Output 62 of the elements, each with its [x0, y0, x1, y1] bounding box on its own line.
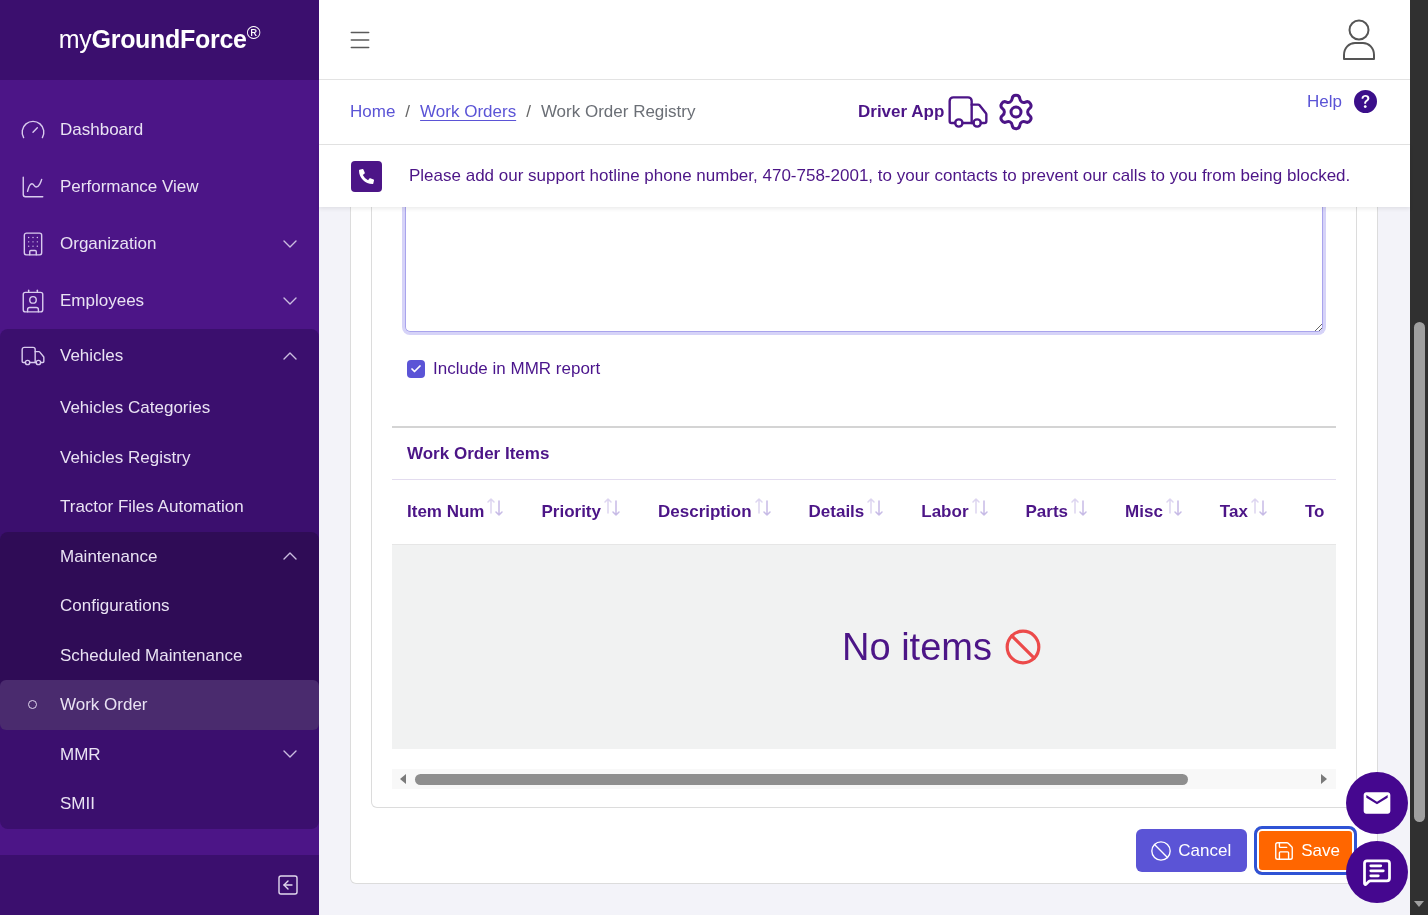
sort-icon — [867, 498, 884, 516]
column-header[interactable]: Details — [793, 499, 907, 525]
sort-icon — [1165, 498, 1182, 516]
prohibited-icon — [1150, 839, 1173, 862]
column-header[interactable]: Priority — [526, 499, 643, 525]
phone-icon — [351, 160, 382, 192]
current-page-title: Work Order Registry — [540, 101, 696, 124]
breadcrumb-separator: / — [405, 101, 411, 124]
driver-app-link[interactable]: Driver App — [858, 99, 945, 125]
cancel-button[interactable]: Cancel — [1136, 829, 1248, 872]
sidebar-group-header[interactable]: Maintenance — [0, 531, 319, 581]
sort-icon — [971, 498, 988, 516]
sidebar-item[interactable]: SMII — [0, 779, 319, 829]
help-link[interactable]: Help — [1307, 89, 1342, 115]
sidebar-item[interactable]: Configurations — [0, 581, 319, 631]
scrollbar-thumb[interactable] — [415, 773, 1188, 785]
column-header[interactable]: Description — [643, 499, 794, 525]
sort-icon — [604, 498, 620, 516]
sidebar-item[interactable]: Tractor Files Automation — [0, 482, 319, 532]
sidebar-item[interactable]: Vehicles Categories — [0, 383, 319, 433]
sidebar-item[interactable]: Vehicles Registry — [0, 432, 319, 482]
checkmark-icon — [410, 363, 422, 375]
column-header[interactable]: Tax — [1204, 499, 1290, 525]
scroll-down-arrow-icon[interactable] — [1414, 901, 1424, 907]
sidebar-item[interactable]: Work Order — [0, 680, 319, 730]
sort-icon — [754, 498, 771, 516]
square-arrow-left-icon — [276, 873, 300, 897]
column-header[interactable]: Item Num — [392, 499, 527, 525]
scrollbar-thumb[interactable] — [1413, 322, 1425, 822]
sort-icon — [487, 498, 504, 516]
breadcrumb-link[interactable]: Work Orders — [420, 99, 517, 125]
column-header[interactable]: Parts — [1010, 499, 1111, 525]
sidebar-item[interactable]: Dashboard — [0, 101, 319, 158]
column-header[interactable]: Misc — [1110, 499, 1205, 525]
sort-icon — [1071, 498, 1088, 516]
sort-icon — [1250, 498, 1267, 516]
prohibited-icon — [1003, 628, 1042, 666]
user-icon[interactable] — [1342, 18, 1376, 61]
sidebar-item[interactable]: Scheduled Maintenance — [0, 630, 319, 680]
sidebar-group-header[interactable]: Employees — [0, 272, 319, 329]
logo: myGroundForce$^{®}$ — [58, 21, 261, 56]
breadcrumb-separator: / — [526, 101, 531, 124]
sidebar-item[interactable]: Performance View — [0, 158, 319, 215]
horizontal-scrollbar[interactable] — [392, 769, 1336, 789]
collapse-sidebar-button[interactable] — [276, 873, 300, 897]
vertical-scrollbar[interactable] — [1410, 0, 1428, 915]
scroll-right-arrow-icon[interactable] — [1321, 774, 1327, 784]
sidebar-group-header[interactable]: MMR — [0, 729, 319, 779]
chat-bubble-icon — [1362, 857, 1392, 887]
empty-message: No items — [842, 624, 992, 670]
checkbox-label[interactable]: Include in MMR report — [433, 356, 601, 382]
include-in-mmr-checkbox[interactable] — [407, 360, 425, 378]
notice-text: Please add our support hotline phone number, 470-758-2001, to your contacts to prevent our calls to you from being blocked. — [409, 165, 1351, 188]
sidebar-group-header[interactable]: Vehicles — [0, 329, 319, 383]
contact-card-icon — [20, 287, 46, 314]
sidebar-group-header[interactable]: Organization — [0, 215, 319, 272]
breadcrumb-link[interactable]: Home — [350, 99, 396, 125]
section-title: Work Order Items — [407, 442, 550, 465]
column-header[interactable]: To — [1289, 499, 1325, 525]
scroll-left-arrow-icon[interactable] — [400, 774, 406, 784]
column-header[interactable]: Labor — [906, 499, 1011, 525]
help-icon[interactable] — [1354, 90, 1377, 114]
